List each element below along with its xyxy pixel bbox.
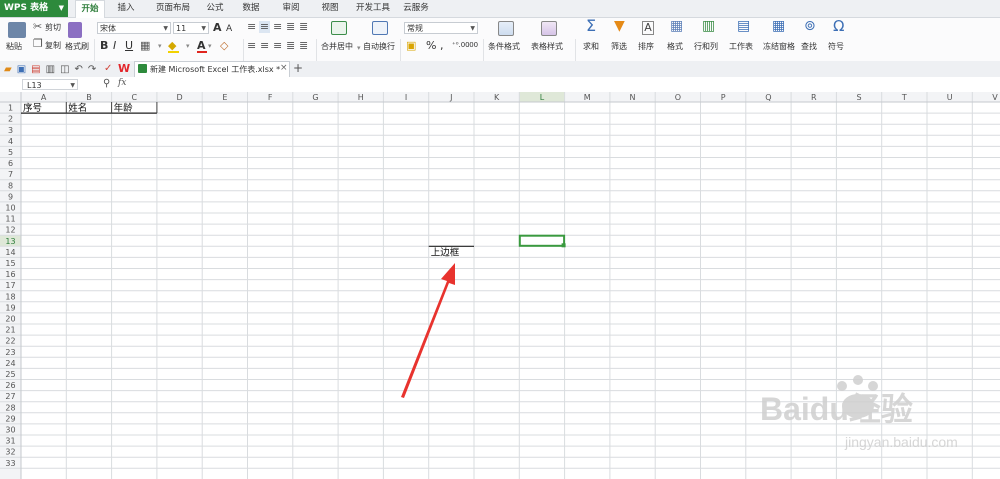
paw-icon xyxy=(868,381,878,391)
paw-icon xyxy=(853,375,863,385)
watermark-brand: Baidu经验 xyxy=(760,391,913,427)
annotation-arrow xyxy=(401,263,455,398)
baidu-watermark: Baidu经验 jingyan.baidu.com xyxy=(760,375,958,450)
paw-icon xyxy=(837,381,847,391)
watermark-url: jingyan.baidu.com xyxy=(844,434,958,450)
annotation-layer: Baidu经验 jingyan.baidu.com xyxy=(401,263,958,450)
